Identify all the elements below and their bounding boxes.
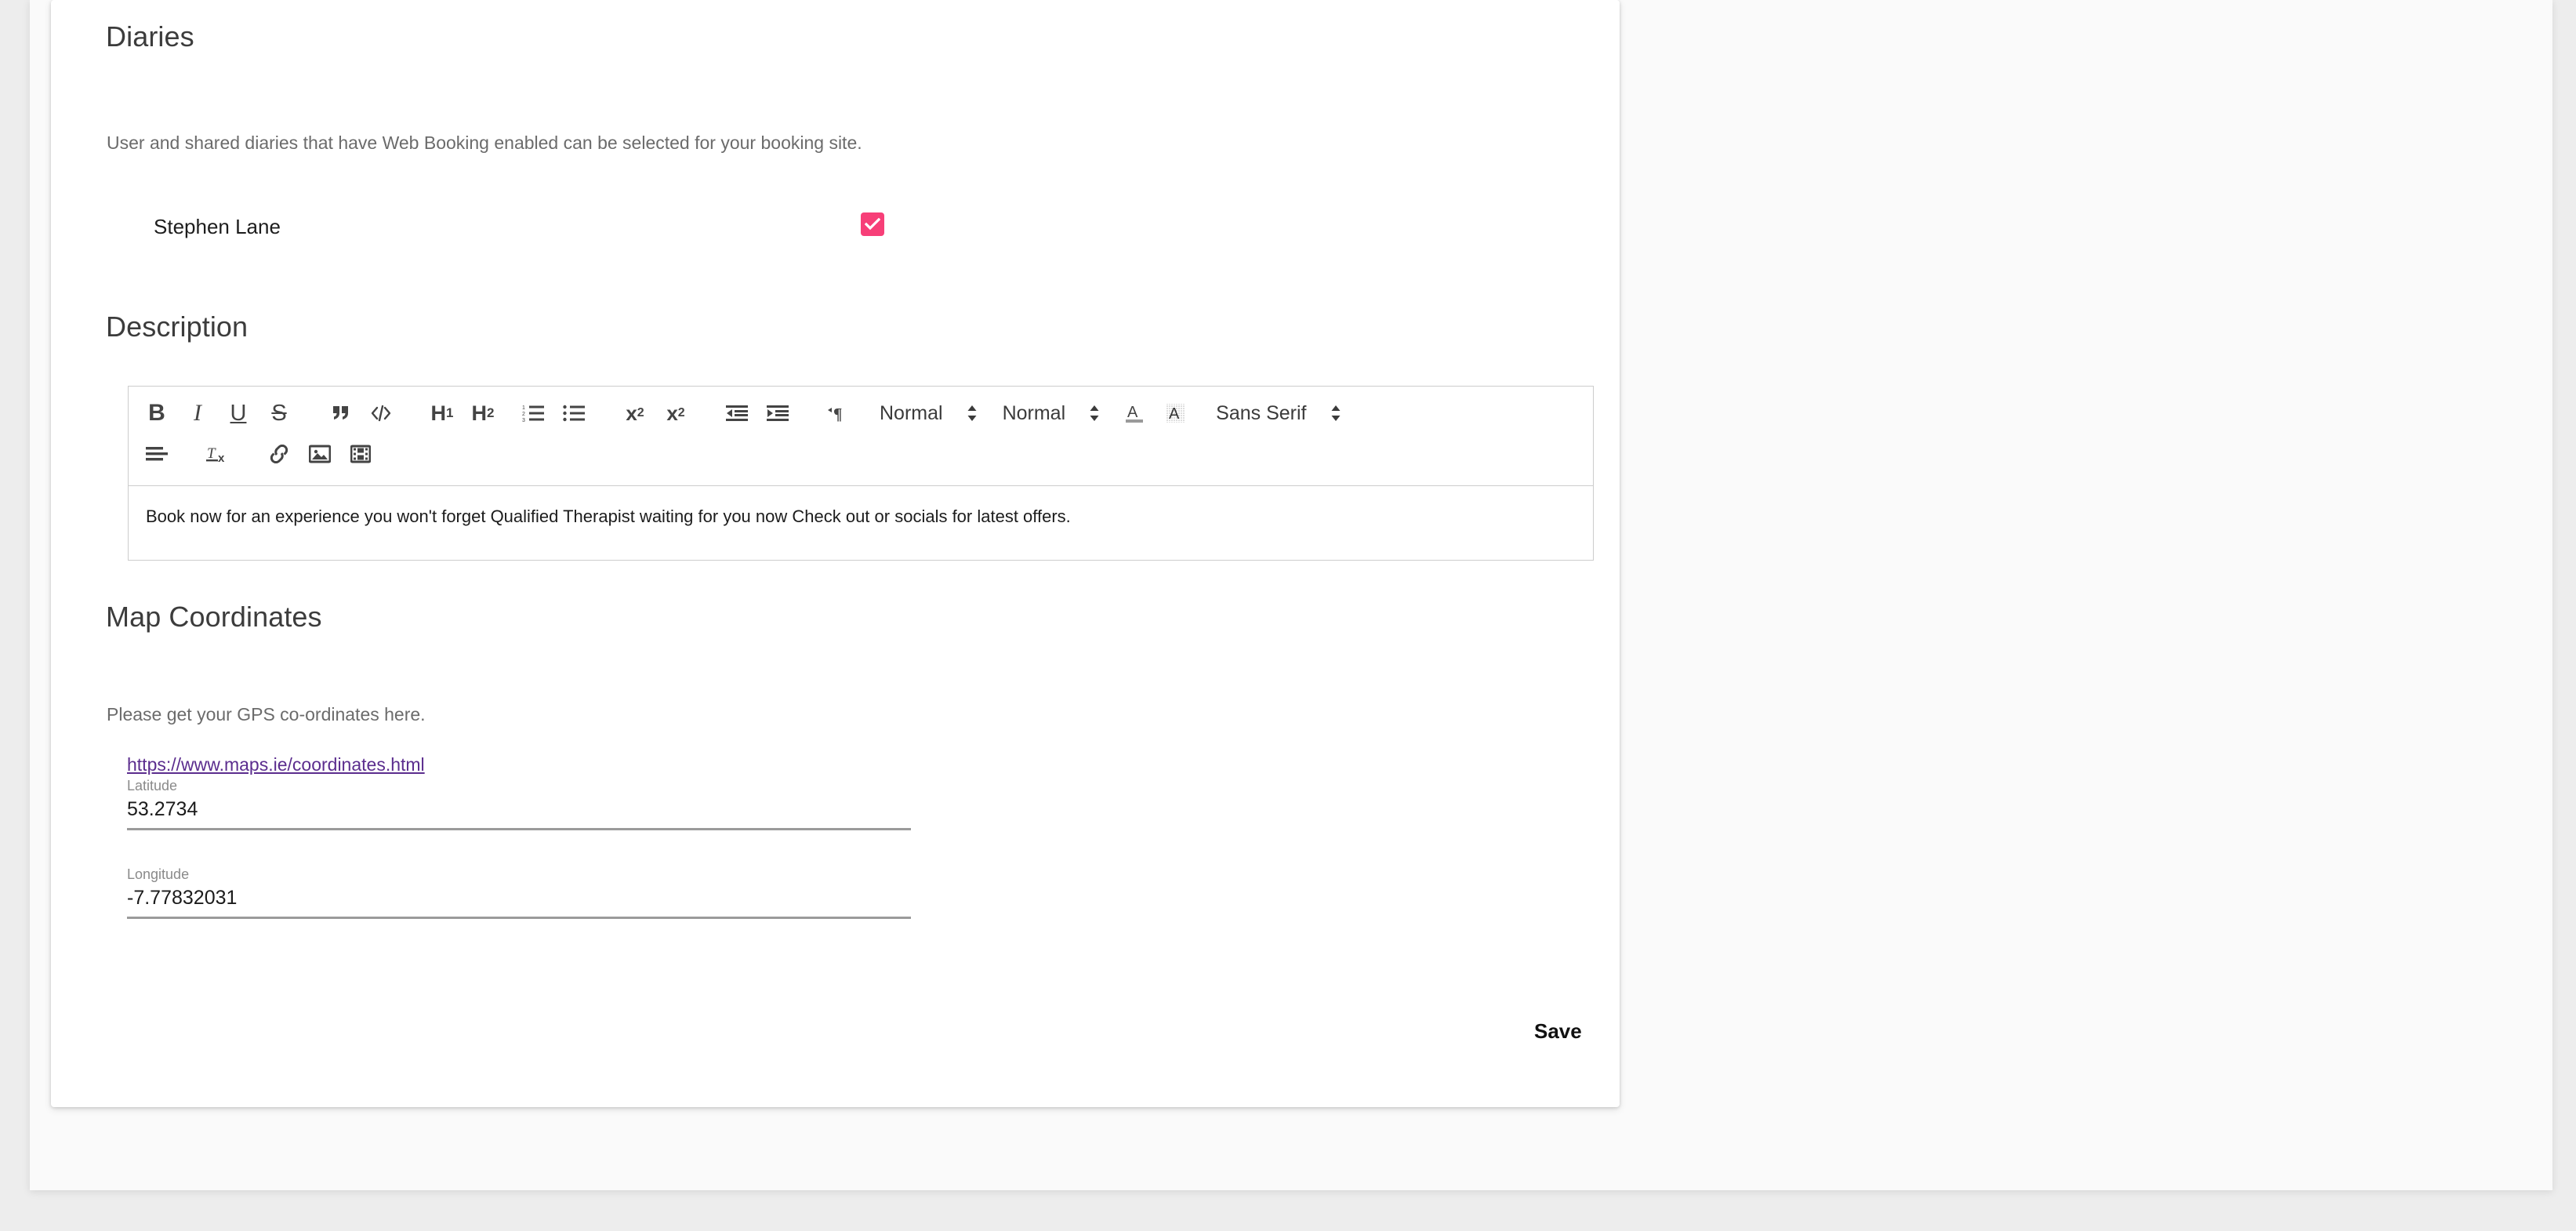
diary-name-label: Stephen Lane — [154, 215, 281, 238]
diary-row: Stephen Lane — [107, 210, 906, 251]
toolbar-spacer — [401, 413, 422, 414]
longitude-field-group: Longitude — [127, 866, 911, 919]
longitude-label: Longitude — [127, 866, 190, 882]
settings-card: Diaries User and shared diaries that hav… — [51, 0, 1620, 1107]
link-icon[interactable] — [259, 435, 299, 473]
toolbar-spacer — [1195, 413, 1216, 414]
svg-text:T: T — [207, 445, 216, 462]
background-color-icon[interactable]: A — [1155, 394, 1195, 432]
toolbar-spacer — [1105, 413, 1114, 414]
latitude-label: Latitude — [127, 778, 178, 793]
toolbar-row-2: T x — [136, 434, 1585, 474]
latitude-input[interactable] — [127, 798, 911, 830]
align-icon[interactable] — [136, 435, 177, 473]
toolbar-spacer — [696, 413, 717, 414]
toolbar-spacer — [594, 413, 615, 414]
svg-text:A: A — [1127, 404, 1138, 421]
header-select[interactable]: Normal — [880, 394, 978, 432]
code-block-icon[interactable] — [361, 394, 401, 432]
subscript-icon[interactable]: x2 — [615, 394, 655, 432]
map-coordinates-heading: Map Coordinates — [106, 601, 322, 633]
svg-text:1: 1 — [522, 405, 525, 411]
header-select-value: Normal — [880, 401, 943, 424]
description-editor: B I U S H 1 H 2 1 2 3 x 2 x 2 ¶ Normal N… — [128, 386, 1594, 561]
strikethrough-icon[interactable]: S — [259, 394, 299, 432]
toolbar-spacer — [798, 413, 818, 414]
latitude-field-group: Latitude — [127, 778, 911, 830]
underline-icon[interactable]: U — [218, 394, 259, 432]
ordered-list-icon[interactable]: 1 2 3 — [513, 394, 553, 432]
blockquote-icon[interactable] — [320, 394, 361, 432]
editor-toolbar: B I U S H 1 H 2 1 2 3 x 2 x 2 ¶ Normal N… — [128, 386, 1594, 486]
toolbar-row-1: B I U S H 1 H 2 1 2 3 x 2 x 2 ¶ Normal N… — [136, 393, 1346, 434]
indent-icon[interactable] — [757, 394, 798, 432]
checkmark-icon — [865, 218, 880, 231]
gps-coordinates-link[interactable]: https://www.maps.ie/coordinates.html — [127, 754, 425, 775]
clear-formatting-icon[interactable]: T x — [198, 435, 238, 473]
video-icon[interactable] — [340, 435, 381, 473]
map-coordinates-help-text: Please get your GPS co-ordinates here. — [107, 704, 426, 724]
svg-text:A: A — [1169, 405, 1180, 423]
toolbar-spacer — [177, 454, 198, 455]
chevron-updown-icon — [1330, 405, 1341, 422]
italic-icon[interactable]: I — [177, 394, 218, 432]
toolbar-spacer — [238, 454, 259, 455]
text-direction-icon[interactable]: ¶ — [818, 394, 859, 432]
toolbar-spacer — [299, 413, 320, 414]
description-heading: Description — [106, 310, 249, 343]
svg-text:2: 2 — [522, 412, 525, 417]
toolbar-spacer — [859, 413, 880, 414]
save-button[interactable]: Save — [1523, 1015, 1593, 1048]
description-text-area[interactable]: Book now for an experience you won't for… — [128, 486, 1594, 561]
text-color-icon[interactable]: A — [1114, 394, 1155, 432]
image-icon[interactable] — [299, 435, 340, 473]
toolbar-spacer — [982, 413, 1003, 414]
font-select[interactable]: Sans Serif — [1216, 394, 1341, 432]
longitude-input[interactable] — [127, 887, 911, 919]
diary-enabled-checkbox[interactable] — [861, 212, 884, 236]
toolbar-spacer — [503, 413, 513, 414]
chevron-updown-icon — [967, 405, 978, 422]
outdent-icon[interactable] — [717, 394, 757, 432]
svg-text:¶: ¶ — [833, 405, 842, 423]
diaries-heading: Diaries — [106, 20, 194, 53]
heading-2-icon[interactable]: H2 — [463, 394, 503, 432]
svg-text:3: 3 — [522, 418, 525, 423]
superscript-icon[interactable]: x2 — [655, 394, 696, 432]
bold-icon[interactable]: B — [136, 394, 177, 432]
bullet-list-icon[interactable] — [553, 394, 594, 432]
app-surface: Diaries User and shared diaries that hav… — [30, 0, 2552, 1190]
svg-text:x: x — [218, 452, 225, 464]
diaries-help-text: User and shared diaries that have Web Bo… — [107, 133, 862, 153]
font-select-value: Sans Serif — [1216, 401, 1307, 424]
size-select-value: Normal — [1002, 401, 1066, 424]
size-select[interactable]: Normal — [1003, 394, 1101, 432]
heading-1-icon[interactable]: H1 — [422, 394, 463, 432]
chevron-updown-icon — [1089, 405, 1100, 422]
